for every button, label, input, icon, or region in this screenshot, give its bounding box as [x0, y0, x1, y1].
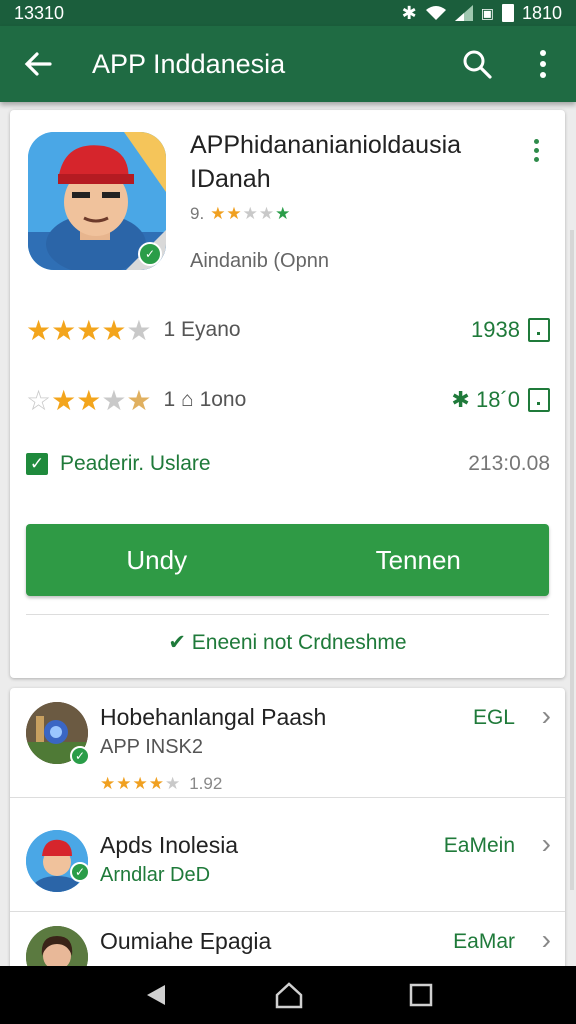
permission-row[interactable]: ✓ Peaderir. Uslare 213:0.08	[26, 444, 550, 484]
more-vert-icon	[540, 50, 546, 78]
battery-icon	[501, 4, 514, 22]
device-icon	[528, 388, 550, 412]
chevron-right-icon: ›	[541, 828, 551, 859]
page-title: APP Inddanesia	[92, 48, 286, 79]
chevron-right-icon: ›	[541, 924, 551, 955]
search-icon	[463, 50, 492, 79]
developer-name: Aindanib (Opnn	[190, 250, 329, 272]
app-overflow-button[interactable]	[524, 130, 548, 170]
verified-badge-icon: ✓	[138, 242, 162, 266]
app-bar: APP Inddanesia	[0, 26, 576, 102]
star-rating-icon: ★★★★★	[210, 204, 292, 223]
signal-icon	[454, 5, 473, 21]
scrollbar[interactable]	[570, 230, 574, 890]
rating-row-2[interactable]: ☆★★★★ 1 ⌂ 1ono ✱ 18´0	[26, 380, 550, 420]
back-nav-button[interactable]	[143, 982, 169, 1008]
list-item-action[interactable]: EaMar	[453, 930, 515, 954]
status-time-left: 13310	[14, 2, 65, 23]
back-button[interactable]	[0, 26, 76, 102]
list-item-subtitle: APP INSK2	[100, 736, 204, 758]
list-item-title: Oumiahe Epagia	[100, 928, 272, 954]
footer-link[interactable]: ✔ Eneeni not Crdneshme	[10, 630, 565, 655]
app-detail-card: ✓ APPhidananianioldausia IDanah 9. ★★★★★…	[10, 110, 565, 678]
app-name: APPhidananianioldausia IDanah	[190, 131, 462, 193]
list-item[interactable]: ✓ Apds Inolesia Arndlar DeD EaMein ›	[10, 816, 565, 912]
app-icon: ✓	[28, 132, 166, 270]
divider	[26, 614, 549, 615]
home-nav-button[interactable]	[274, 981, 304, 1009]
rating-row-value: 1938	[471, 317, 520, 342]
permission-label: Peaderir. Uslare	[60, 452, 211, 475]
sim-icon: ▣	[480, 4, 494, 21]
bluetooth-icon: ✱	[401, 2, 417, 23]
rating-row-label: 1 ⌂ 1ono	[163, 388, 247, 411]
system-nav-bar	[0, 966, 576, 1024]
list-item-subtitle: Arndlar DeD	[100, 864, 211, 886]
verified-badge-icon: ✓	[70, 862, 90, 882]
verified-badge-icon: ✓	[70, 746, 90, 766]
search-button[interactable]	[444, 26, 510, 102]
star-rating-icon: ★★★★★	[26, 314, 152, 346]
star-rating-icon: ☆★★★★	[26, 384, 152, 416]
recents-nav-button[interactable]	[409, 983, 433, 1007]
rating-row-1[interactable]: ★★★★★ 1 Eyano 1938	[26, 310, 550, 350]
action-button-bar: Undy Tennen	[26, 524, 549, 596]
rating-value: 9.	[190, 204, 205, 223]
rating-row-value: ✱ 18´0	[451, 387, 520, 412]
rating-row-label: 1 Eyano	[163, 318, 241, 341]
list-item-action[interactable]: EaMein	[444, 834, 515, 858]
list-item[interactable]: ✓ Hobehanlangal Paash APP INSK2 ★★★★★ 1.…	[10, 688, 565, 798]
checkbox[interactable]: ✓	[26, 453, 48, 475]
overflow-menu-button[interactable]	[510, 26, 576, 102]
related-apps-card: ✓ Hobehanlangal Paash APP INSK2 ★★★★★ 1.…	[10, 688, 565, 988]
status-time-right: 1810	[521, 2, 562, 23]
list-item-rating: ★★★★★ 1.92	[100, 774, 222, 794]
wifi-icon	[425, 6, 446, 20]
arrow-back-icon	[24, 52, 52, 76]
status-bar: 13310 ✱ ▣ 1810	[0, 0, 576, 26]
permission-value: 213:0.08	[468, 452, 550, 475]
app-rating: 9. ★★★★★	[190, 204, 291, 224]
chevron-right-icon: ›	[541, 700, 551, 731]
device-icon	[528, 318, 550, 342]
list-item-action[interactable]: EGL	[473, 706, 515, 730]
star-rating-icon: ★★★★★	[100, 774, 182, 793]
uninstall-button[interactable]: Undy	[26, 524, 288, 596]
list-item-title: Apds Inolesia	[100, 832, 239, 858]
list-item-rating-value: 1.92	[189, 774, 223, 793]
open-button[interactable]: Tennen	[288, 524, 550, 596]
list-item-title: Hobehanlangal Paash	[100, 704, 327, 730]
app-thumbnail	[26, 830, 88, 892]
